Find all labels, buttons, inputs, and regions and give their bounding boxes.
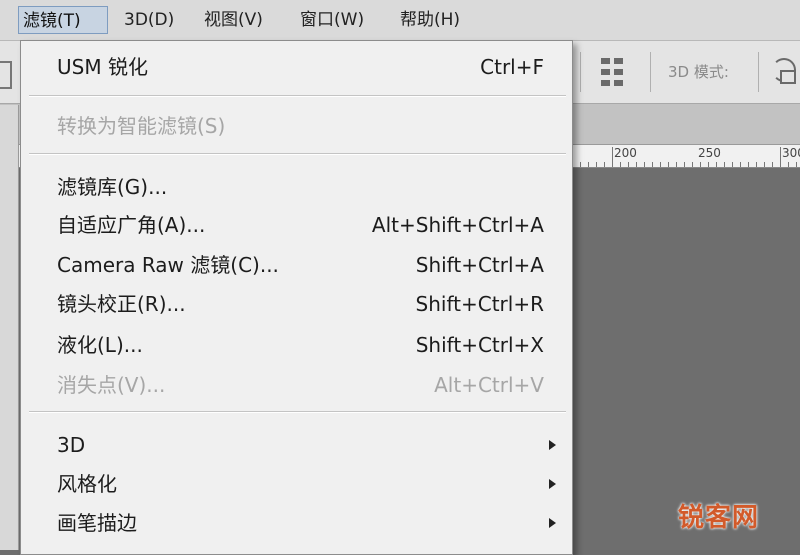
ruler-tick: [588, 162, 589, 167]
ruler-tick: [676, 162, 677, 167]
submenu-arrow-icon: [549, 479, 556, 489]
watermark-logo: 锐客网: [678, 503, 760, 533]
menu-item-label: 液化(L)...: [57, 333, 143, 357]
ruler-tick: [684, 162, 685, 167]
ruler-tick: [580, 162, 581, 167]
menu-item-label: USM 锐化: [57, 55, 148, 79]
menu-help[interactable]: 帮助(H): [396, 6, 464, 34]
ruler-label: 200: [614, 146, 637, 160]
menu-item-lens-correction[interactable]: 镜头校正(R)... Shift+Ctrl+R: [21, 286, 572, 322]
menu-item-label: 转换为智能滤镜(S): [57, 114, 226, 138]
menu-item-label: 自适应广角(A)...: [57, 213, 206, 237]
menu-separator: [29, 153, 566, 155]
ruler-tick: [668, 162, 669, 167]
menu-item-camera-raw[interactable]: Camera Raw 滤镜(C)... Shift+Ctrl+A: [21, 247, 572, 283]
menu-item-shortcut: Shift+Ctrl+R: [415, 292, 544, 316]
ruler-tick: [740, 162, 741, 167]
ruler-label: 300: [782, 146, 800, 160]
menu-item-shortcut: Alt+Ctrl+V: [434, 373, 544, 397]
menu-item-shortcut: Alt+Shift+Ctrl+A: [371, 213, 544, 237]
menu-bar: 滤镜(T) 3D(D) 视图(V) 窗口(W) 帮助(H): [0, 0, 800, 41]
ruler-tick: [780, 147, 781, 167]
menu-item-3d[interactable]: 3D: [21, 427, 572, 463]
ruler-label: 250: [698, 146, 721, 160]
ruler-tick: [660, 162, 661, 167]
menu-item-label: 滤镜库(G)...: [57, 175, 168, 199]
tools-panel-edge: [0, 105, 19, 550]
ruler-tick: [700, 162, 701, 167]
ruler-tick: [604, 162, 605, 167]
ruler-tick: [644, 162, 645, 167]
3d-object-icon: [780, 70, 796, 84]
submenu-arrow-icon: [549, 440, 556, 450]
options-separator: [580, 52, 581, 92]
menu-window[interactable]: 窗口(W): [296, 6, 368, 34]
menu-item-label: 画笔描边: [57, 511, 137, 535]
3d-mode-label: 3D 模式:: [668, 63, 729, 81]
ruler-tick: [724, 162, 725, 167]
menu-item-vanishing-point: 消失点(V)... Alt+Ctrl+V: [21, 367, 572, 403]
filter-menu: USM 锐化 Ctrl+F 转换为智能滤镜(S) 滤镜库(G)... 自适应广角…: [20, 40, 573, 555]
menu-3d[interactable]: 3D(D): [120, 6, 178, 34]
ruler-tick: [620, 162, 621, 167]
ruler-tick: [716, 162, 717, 167]
menu-item-label: 风格化: [57, 472, 117, 496]
options-separator: [650, 52, 651, 92]
menu-filter[interactable]: 滤镜(T): [18, 6, 108, 34]
menu-item-shortcut: Ctrl+F: [480, 55, 544, 79]
ruler-tick: [764, 162, 765, 167]
ruler-tick: [796, 162, 797, 167]
menu-item-convert-smart-filter: 转换为智能滤镜(S): [21, 108, 572, 144]
ruler-tick: [692, 162, 693, 167]
ruler-tick: [788, 162, 789, 167]
menu-separator: [29, 411, 566, 413]
menu-item-label: Camera Raw 滤镜(C)...: [57, 253, 279, 277]
ruler-tick: [756, 162, 757, 167]
ruler-tick: [628, 162, 629, 167]
menu-separator: [29, 95, 566, 97]
menu-item-shortcut: Shift+Ctrl+A: [415, 253, 544, 277]
ruler-tick: [612, 147, 613, 167]
ruler-tick: [732, 162, 733, 167]
submenu-arrow-icon: [549, 518, 556, 528]
arrange-icon[interactable]: [601, 58, 625, 86]
menu-item-filter-gallery[interactable]: 滤镜库(G)...: [21, 169, 572, 205]
menu-item-adaptive-wide-angle[interactable]: 自适应广角(A)... Alt+Shift+Ctrl+A: [21, 207, 572, 243]
menu-view[interactable]: 视图(V): [200, 6, 267, 34]
ruler-tick: [772, 162, 773, 167]
menu-item-liquify[interactable]: 液化(L)... Shift+Ctrl+X: [21, 327, 572, 363]
menu-item-label: 消失点(V)...: [57, 373, 166, 397]
menu-item-stylize[interactable]: 风格化: [21, 466, 572, 502]
ruler-tick: [596, 162, 597, 167]
options-separator: [758, 52, 759, 92]
ruler-tick: [708, 162, 709, 167]
menu-item-brush-strokes[interactable]: 画笔描边: [21, 505, 572, 541]
menu-item-label: 3D: [57, 433, 86, 457]
toolbar-edge: [0, 61, 12, 89]
ruler-tick: [748, 162, 749, 167]
menu-item-shortcut: Shift+Ctrl+X: [415, 333, 544, 357]
menu-item-unsharp-mask[interactable]: USM 锐化 Ctrl+F: [21, 49, 572, 85]
ruler-tick: [636, 162, 637, 167]
menu-item-label: 镜头校正(R)...: [57, 292, 186, 316]
ruler-tick: [652, 162, 653, 167]
